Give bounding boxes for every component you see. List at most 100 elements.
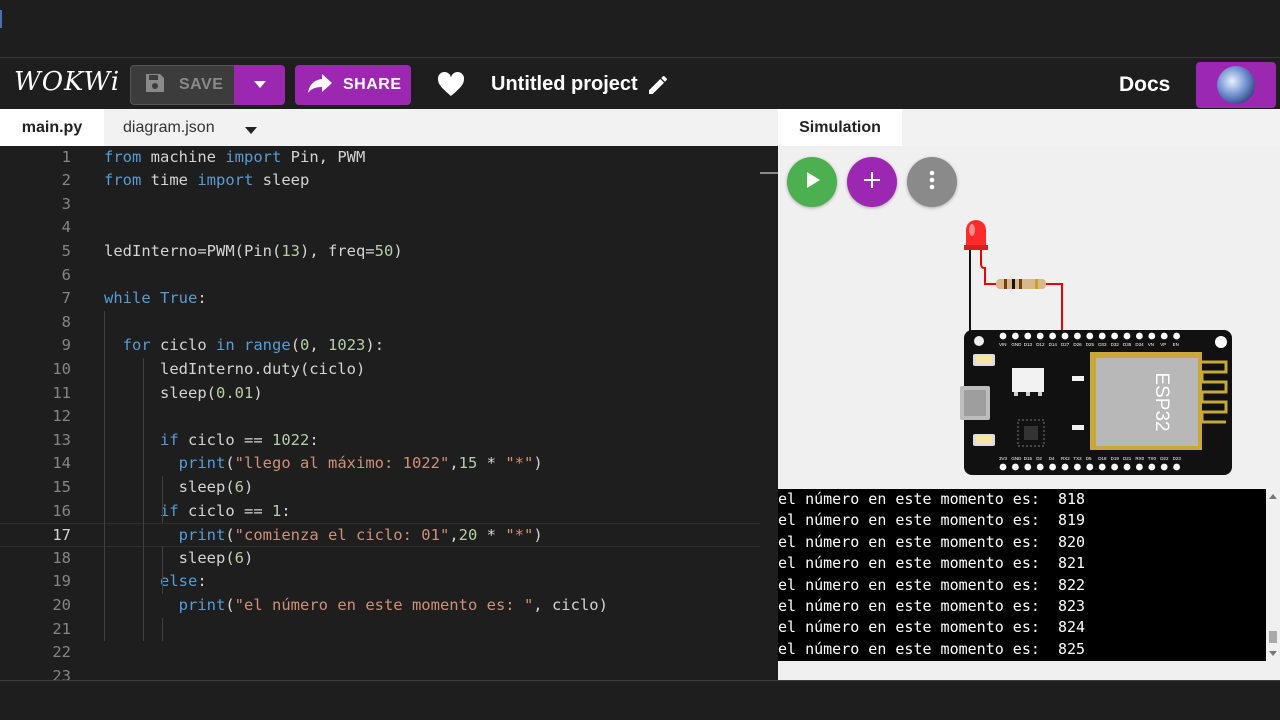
header-pin[interactable]	[1061, 332, 1069, 340]
header-pin[interactable]	[1123, 463, 1131, 471]
code-line[interactable]: 7 while True:	[0, 287, 760, 311]
esp32-board[interactable]: VIN GND D13 D12 D14 D27 D26 D25 D33 D32 D35 D34 VN VP…	[960, 330, 1232, 475]
code-line[interactable]: 22	[0, 641, 760, 665]
header-pin[interactable]	[1136, 332, 1143, 340]
header-pin[interactable]	[999, 463, 1007, 471]
code-line[interactable]: 10 ledInterno.duty(ciclo)	[0, 358, 760, 382]
header-pin[interactable]	[1098, 332, 1106, 340]
header-pin[interactable]	[1012, 332, 1019, 340]
scroll-thumb[interactable]	[1269, 631, 1277, 643]
header-pin[interactable]	[1024, 463, 1032, 471]
code-line[interactable]: 3	[0, 193, 760, 217]
code-text: while True:	[104, 289, 207, 308]
code-line[interactable]: 12	[0, 405, 760, 429]
user-menu-button[interactable]	[1196, 62, 1276, 108]
header-pin[interactable]	[1049, 463, 1056, 471]
line-number: 6	[61, 265, 71, 284]
code-line[interactable]: 11 sleep(0.01)	[0, 382, 760, 406]
scroll-up-icon[interactable]	[1269, 494, 1277, 499]
code-line[interactable]: 19 else:	[0, 570, 760, 594]
header-pin[interactable]	[1036, 332, 1044, 340]
code-line[interactable]: 9 for ciclo in range(0, 1023):	[0, 334, 760, 358]
code-line[interactable]: 21	[0, 618, 760, 642]
circuit-diagram[interactable]: VIN GND D13 D12 D14 D27 D26 D25 D33 D32 D35 D34 VN VP…	[778, 146, 1280, 489]
header-pin[interactable]	[1086, 463, 1094, 471]
code-line[interactable]: 13 if ciclo == 1022:	[0, 429, 760, 453]
header-pin[interactable]	[1123, 332, 1131, 340]
save-button[interactable]: SAVE	[130, 65, 235, 105]
red-led[interactable]	[964, 220, 988, 250]
line-number: 19	[52, 572, 71, 591]
pencil-icon[interactable]	[646, 73, 670, 102]
pin-label: D18	[1098, 456, 1107, 461]
header-pin[interactable]	[1049, 332, 1056, 340]
save-dropdown-button[interactable]	[234, 65, 285, 105]
pin-label: D2	[1036, 456, 1042, 461]
header-pin[interactable]	[1160, 463, 1168, 471]
tab-diagram-json[interactable]: diagram.json	[123, 109, 215, 146]
scroll-down-icon[interactable]	[1269, 651, 1277, 656]
header-pin[interactable]	[1111, 463, 1118, 471]
code-line[interactable]: 18 sleep(6)	[0, 547, 760, 571]
code-text: if ciclo == 1022:	[160, 430, 319, 449]
line-number: 17	[52, 526, 71, 545]
header-pin[interactable]	[1173, 332, 1180, 340]
pin-label: D34	[1135, 342, 1144, 347]
line-number: 10	[52, 359, 71, 378]
code-line[interactable]: 16 if ciclo == 1:	[0, 500, 760, 524]
header-pin[interactable]	[1074, 463, 1081, 471]
header-pin[interactable]	[1111, 332, 1118, 340]
code-line[interactable]: 14 print("llego al máximo: 1022",15 * "*…	[0, 452, 760, 476]
header-pin[interactable]	[999, 332, 1007, 340]
code-line[interactable]: 20 print("el número en este momento es: …	[0, 594, 760, 618]
indent-guide	[162, 546, 163, 594]
header-pin[interactable]	[1098, 463, 1106, 471]
line-number: 2	[61, 171, 71, 190]
code-editor[interactable]: 1 from machine import Pin, PWM 2 from time …	[0, 146, 778, 680]
header-pin[interactable]	[1036, 463, 1044, 471]
code-line[interactable]: 15 sleep(6)	[0, 476, 760, 500]
header-pin[interactable]	[1061, 463, 1069, 471]
header-pin[interactable]	[1086, 332, 1094, 340]
code-line[interactable]: 6	[0, 264, 760, 288]
code-line[interactable]: 4	[0, 216, 760, 240]
line-number: 15	[52, 477, 71, 496]
project-title[interactable]: Untitled project	[491, 73, 638, 96]
pin-label: D25	[1086, 342, 1095, 347]
pin-label: D23	[1173, 456, 1182, 461]
resistor[interactable]	[996, 279, 1046, 289]
tab-main-py[interactable]: main.py	[0, 109, 104, 146]
code-line[interactable]: 1 from machine import Pin, PWM	[0, 146, 760, 169]
tab-menu-caret-icon[interactable]	[245, 122, 257, 140]
serial-monitor[interactable]: el número en este momento es: 818 el núme…	[778, 489, 1266, 661]
line-number: 22	[52, 643, 71, 662]
header-pin[interactable]	[1136, 463, 1143, 471]
pin-label: VIN	[999, 342, 1007, 347]
header-pin[interactable]	[1074, 332, 1081, 340]
code-line[interactable]: 8	[0, 311, 760, 335]
header-pin[interactable]	[1148, 463, 1156, 471]
pin-label: D15	[1024, 456, 1033, 461]
code-line[interactable]: 5 ledInterno=PWM(Pin(13), freq=50)	[0, 240, 760, 264]
header-pin[interactable]	[1160, 332, 1168, 340]
header-pin[interactable]	[1173, 463, 1180, 471]
docs-link[interactable]: Docs	[1119, 73, 1170, 97]
simulation-canvas[interactable]: VIN GND D13 D12 D14 D27 D26 D25 D33 D32 D35 D34 VN VP…	[778, 146, 1280, 489]
header-pin[interactable]	[1024, 332, 1032, 340]
share-arrow-icon	[307, 72, 333, 99]
heart-icon[interactable]	[437, 71, 465, 102]
code-text: print("comienza el ciclo: 01",20 * "*")	[178, 526, 543, 545]
header-pin[interactable]	[1148, 332, 1156, 340]
serial-scrollbar[interactable]	[1266, 489, 1280, 661]
editor-scrollbar[interactable]	[760, 172, 778, 174]
code-line[interactable]: 23	[0, 665, 760, 680]
share-button[interactable]: SHARE	[295, 65, 411, 105]
pin-label: TX2	[1073, 456, 1082, 461]
wokwi-logo[interactable]: WOKWi	[14, 67, 120, 97]
code-line[interactable]: 17 print("comienza el ciclo: 01",20 * "*…	[0, 523, 760, 547]
line-number: 21	[52, 619, 71, 638]
tab-simulation[interactable]: Simulation	[778, 109, 902, 146]
header-pin[interactable]	[1012, 463, 1019, 471]
code-line[interactable]: 2 from time import sleep	[0, 169, 760, 193]
pin-label: D33	[1098, 342, 1107, 347]
